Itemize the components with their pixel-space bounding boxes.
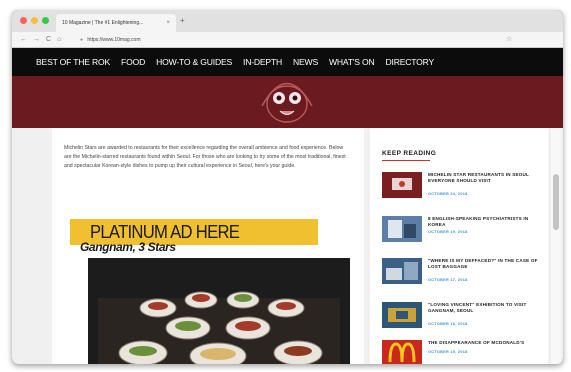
related-article-title: THE DISAPPEARANCE OF MCDONALD'S <box>428 340 525 345</box>
page-scrollbar[interactable] <box>551 128 561 364</box>
nav-item-directory[interactable]: DIRECTORY <box>386 57 435 67</box>
related-article-title: MICHELIN STAR RESTAURANTS IN SEOUL EVERY… <box>428 172 529 183</box>
maximize-window-button[interactable] <box>42 17 49 24</box>
page-content: Michelin Stars are awarded to restaurant… <box>12 128 563 364</box>
lock-icon: ● <box>80 37 84 43</box>
related-article-date: OCTOBER 17, 2018 <box>428 278 468 282</box>
window-controls <box>20 17 49 24</box>
home-icon[interactable]: ⌂ <box>57 35 61 45</box>
related-article-thumbnail <box>382 172 422 198</box>
scrollbar-thumb[interactable] <box>553 174 559 230</box>
related-article-card[interactable]: "LOVING VINCENT" EXHIBITION TO VISIT GAN… <box>382 302 542 332</box>
new-tab-button[interactable]: + <box>180 16 185 25</box>
related-article-date: OCTOBER 24, 2018 <box>428 192 468 196</box>
related-article-title: "WHERE IS MY DEFFACED?" IN THE CASE OF L… <box>428 258 538 269</box>
nav-item-whats-on[interactable]: WHAT'S ON <box>329 57 375 67</box>
close-window-button[interactable] <box>20 17 27 24</box>
related-article-card[interactable]: MICHELIN STAR RESTAURANTS IN SEOUL EVERY… <box>382 172 542 202</box>
related-article-card[interactable]: "WHERE IS MY DEFFACED?" IN THE CASE OF L… <box>382 258 542 288</box>
bookmark-star-icon[interactable]: ☆ <box>506 35 512 45</box>
related-article-thumbnail <box>382 340 422 364</box>
url-field[interactable]: ● https://www.10mag.com <box>80 35 500 45</box>
related-article-date: OCTOBER 15, 2018 <box>428 350 468 354</box>
nav-item-food[interactable]: FOOD <box>121 57 145 67</box>
forward-icon[interactable]: → <box>33 35 40 45</box>
hero-banner <box>12 76 563 128</box>
nav-item-how-to-guides[interactable]: HOW-TO & GUIDES <box>156 57 232 67</box>
related-article-thumbnail <box>382 258 422 284</box>
keep-reading-underline <box>382 160 430 161</box>
minimize-window-button[interactable] <box>31 17 38 24</box>
nav-item-in-depth[interactable]: IN-DEPTH <box>243 57 282 67</box>
browser-tab[interactable]: 10 Magazine | The #1 Enlightening... × <box>56 14 176 32</box>
food-photo-illustration <box>88 258 350 364</box>
navigation-controls: ← → C ⌂ <box>20 35 61 45</box>
keep-reading-sidebar: KEEP READING MICHELIN STAR RESTAURANTS I… <box>370 128 548 364</box>
browser-window: 10 Magazine | The #1 Enlightening... × +… <box>12 10 563 364</box>
address-bar: ← → C ⌂ ● https://www.10mag.com ☆ <box>12 32 563 48</box>
site-navigation: BEST OF THE ROK FOOD HOW-TO & GUIDES IN-… <box>12 48 563 76</box>
related-article-thumbnail <box>382 216 422 242</box>
related-article-title: 8 ENGLISH-SPEAKING PSYCHIATRISTS IN KORE… <box>428 216 529 227</box>
reload-icon[interactable]: C <box>46 35 51 45</box>
keep-reading-title: KEEP READING <box>382 150 437 157</box>
article-intro: Michelin Stars are awarded to restaurant… <box>64 145 346 169</box>
article-body: Michelin Stars are awarded to restaurant… <box>52 128 364 364</box>
back-icon[interactable]: ← <box>20 35 27 45</box>
nav-item-news[interactable]: NEWS <box>293 57 318 67</box>
nav-item-best-of-the-rok[interactable]: BEST OF THE ROK <box>36 57 110 67</box>
food-photo <box>88 258 350 364</box>
url-text: https://www.10mag.com <box>87 37 141 43</box>
related-article-title: "LOVING VINCENT" EXHIBITION TO VISIT GAN… <box>428 302 527 313</box>
related-article-date: OCTOBER 16, 2018 <box>428 322 468 326</box>
tab-close-icon[interactable]: × <box>166 14 170 32</box>
article-subheading: Gangnam, 3 Stars <box>80 240 176 254</box>
related-article-card[interactable]: 8 ENGLISH-SPEAKING PSYCHIATRISTS IN KORE… <box>382 216 542 246</box>
related-article-date: OCTOBER 19, 2018 <box>428 230 468 234</box>
related-article-thumbnail <box>382 302 422 328</box>
mascot-illustration <box>261 82 313 123</box>
tab-title: 10 Magazine | The #1 Enlightening... <box>62 20 144 26</box>
tab-bar: 10 Magazine | The #1 Enlightening... × + <box>12 10 563 32</box>
related-article-card[interactable]: THE DISAPPEARANCE OF MCDONALD'S OCTOBER … <box>382 340 542 364</box>
